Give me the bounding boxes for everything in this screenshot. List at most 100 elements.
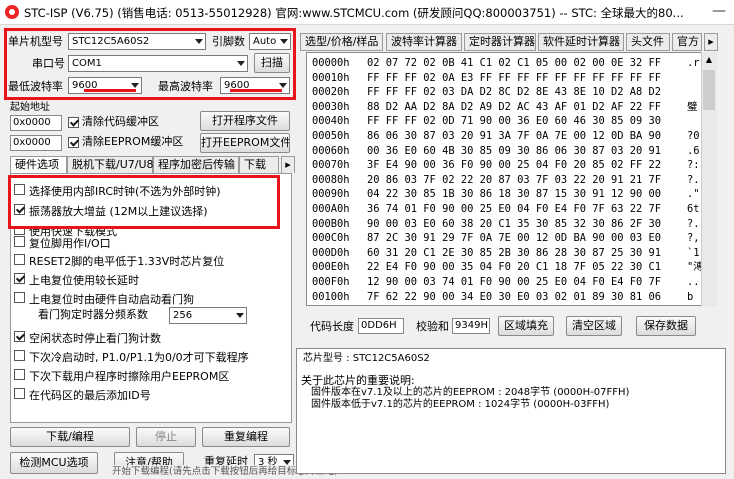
window-title: STC-ISP (V6.75) (销售电话: 0513-55012928) 官网… [24, 6, 684, 20]
hex-address: 00010h [312, 71, 350, 84]
option-p10-p11[interactable]: 下次冷启动时, P1.0/P1.1为0/0才可下载程序 [11, 348, 291, 364]
option-label: 选择使用内部IRC时钟(不选为外部时钟) [29, 185, 221, 198]
hex-row: 00090h 04 22 30 85 1B 30 86 18 30 87 15 3… [307, 187, 707, 202]
clear-eeprom-checkbox[interactable] [68, 137, 79, 148]
option-label: 空闲状态时停止看门狗计数 [29, 332, 161, 345]
option-internal-irc-highlighted[interactable]: 选择使用内部IRC时钟(不选为外部时钟) [11, 182, 273, 198]
clear-code-checkbox[interactable] [68, 117, 79, 128]
repeat-program-button[interactable]: 重复编程 [202, 427, 290, 447]
hex-address: 00050h [312, 130, 350, 142]
tab-scroll-right-icon[interactable]: ▸ [281, 156, 295, 173]
hex-bytes: FF FF FF 02 0A E3 FF FF FF FF FF FF FF F… [367, 71, 662, 84]
option-add-id[interactable]: 在代码区的最后添加ID号 [11, 386, 291, 402]
open-eeprom-file-button[interactable]: 打开EEPROM文件 [200, 133, 290, 153]
hex-ascii: ?: [687, 159, 700, 172]
hex-address: 00030h [312, 100, 350, 113]
option-checkbox[interactable] [14, 184, 25, 195]
hex-ascii: ?, [687, 232, 700, 245]
hex-address: 000E0h [312, 261, 350, 274]
open-program-file-button[interactable]: 打开程序文件 [200, 111, 290, 131]
watchdog-select[interactable]: 256 [169, 307, 247, 324]
tab-hardware-options[interactable]: 硬件选项 [10, 156, 67, 173]
option-label: 在代码区的最后添加ID号 [29, 389, 151, 402]
hex-bytes: 00 36 E0 60 4B 30 85 09 30 86 06 30 87 0… [367, 144, 662, 157]
highlight-box-options: 选择使用内部IRC时钟(不选为外部时钟) 振荡器放大增益 (12M以上建议选择) [8, 175, 280, 229]
hex-address: 000F0h [312, 276, 350, 288]
option-idle-stop-watchdog[interactable]: 空闲状态时停止看门狗计数 [11, 329, 291, 345]
region-fill-button[interactable]: 区域填充 [498, 316, 554, 336]
checksum-label: 校验和 [416, 320, 449, 333]
hex-bytes: FF FF FF 02 0D 71 90 00 36 E0 60 46 30 8… [367, 115, 662, 128]
tools-tab-bar: 选型/价格/样品 波特率计算器 定时器计算器 软件延时计算器 头文件 官方 ▸ [300, 33, 720, 51]
hex-scrollbar-thumb[interactable] [703, 70, 715, 110]
hex-view[interactable]: 00000h 02 07 72 02 0B 41 C1 02 C1 05 00 0… [306, 52, 716, 306]
chip-model-line: 芯片型号 : STC12C5A60S2 [303, 353, 430, 364]
hex-row: 00010h FF FF FF 02 0A E3 FF FF FF FF FF F… [307, 71, 707, 86]
option-hw-watchdog[interactable]: 上电复位时由硬件自动启动看门狗 [11, 290, 291, 306]
stop-button[interactable]: 停止 [136, 427, 196, 447]
hex-bytes: 88 D2 AA D2 8A D2 A9 D2 AC 43 AF 01 D2 A… [367, 100, 662, 113]
annotation-arrow [84, 89, 136, 92]
option-checkbox[interactable] [14, 331, 25, 342]
hex-row: 00100h 7F 62 22 90 00 34 E0 30 E0 03 02 0… [307, 290, 707, 305]
download-program-button[interactable]: 下载/编程 [10, 427, 130, 447]
save-data-button[interactable]: 保存数据 [636, 316, 696, 336]
hex-address: 00020h [312, 86, 350, 99]
tab-encrypted-transfer[interactable]: 程序加密后传输 [153, 156, 239, 173]
detect-mcu-button[interactable]: 检测MCU选项 [10, 452, 98, 474]
hex-row: 000E0h 22 E4 F0 90 00 35 04 F0 20 C1 18 7… [307, 260, 707, 275]
hex-row: 000D0h 60 31 20 C1 2E 30 85 2B 30 86 28 3… [307, 246, 707, 261]
option-checkbox[interactable] [14, 369, 25, 380]
hex-row: 000C0h 87 2C 30 91 29 7F 0A 7E 00 12 0D B… [307, 231, 707, 246]
chevron-down-icon [236, 313, 244, 318]
tab-delay-calculator[interactable]: 软件延时计算器 [538, 33, 624, 51]
tab-timer-calculator[interactable]: 定时器计算器 [464, 33, 536, 51]
tab-offline-download[interactable]: 脱机下载/U7/U8 [67, 156, 154, 173]
tab-download[interactable]: 下载 [239, 156, 279, 173]
hex-address: 00000h [312, 57, 350, 69]
option-long-delay[interactable]: 上电复位使用较长延时 [11, 271, 291, 287]
watchdog-label: 看门狗定时器分频系数 [38, 308, 148, 321]
option-reset2-low[interactable]: RESET2脚的电平低于1.33V时芯片复位 [11, 252, 291, 268]
clear-code-label: 清除代码缓冲区 [82, 115, 159, 128]
option-checkbox[interactable] [14, 388, 25, 399]
tab-official[interactable]: 官方 [672, 33, 702, 51]
clear-region-button[interactable]: 清空区域 [566, 316, 622, 336]
tab-header-file[interactable]: 头文件 [626, 33, 670, 51]
option-label: 上电复位时由硬件自动启动看门狗 [29, 293, 194, 306]
code-address-input[interactable]: 0x0000 [10, 115, 62, 131]
annotation-arrow [230, 89, 282, 92]
hex-address: 000B0h [312, 217, 350, 230]
hex-row: 000F0h 12 90 00 03 74 01 F0 90 00 25 E0 0… [307, 275, 707, 290]
option-checkbox[interactable] [14, 236, 25, 247]
scroll-up-icon[interactable]: ▲ [703, 54, 715, 66]
option-label: 振荡器放大增益 (12M以上建议选择) [29, 205, 208, 218]
tab-selection-price[interactable]: 选型/价格/样品 [300, 33, 383, 51]
hex-bytes: 7F 62 22 90 00 34 E0 30 E0 03 02 01 89 3… [367, 290, 662, 303]
start-address-label: 起始地址 [10, 102, 50, 113]
hex-ascii: b [687, 290, 694, 303]
hex-row: 00050h 86 06 30 87 03 20 91 3A 7F 0A 7E 0… [307, 129, 707, 144]
tab-scroll-right-icon[interactable]: ▸ [704, 33, 718, 51]
eeprom-address-input[interactable]: 0x0000 [10, 135, 62, 151]
option-checkbox[interactable] [14, 254, 25, 265]
hex-bytes: 90 00 03 E0 60 38 20 C1 35 30 85 32 30 8… [367, 217, 662, 230]
option-label: 下次冷启动时, P1.0/P1.1为0/0才可下载程序 [29, 351, 249, 364]
tab-baud-calculator[interactable]: 波特率计算器 [386, 33, 462, 51]
eeprom-note-2: 固件版本低于v7.1的芯片的EEPROM : 1024字节 (0000H-03F… [311, 399, 610, 410]
option-checkbox[interactable] [14, 204, 25, 215]
option-osc-gain-highlighted[interactable]: 振荡器放大增益 (12M以上建议选择) [11, 202, 273, 218]
option-reset-io[interactable]: 复位脚用作I/O口 [11, 234, 291, 250]
code-length-label: 代码长度 [310, 320, 354, 333]
option-erase-eeprom[interactable]: 下次下载用户程序时擦除用户EEPROM区 [11, 367, 291, 383]
hex-address: 000D0h [312, 246, 350, 259]
chip-info-panel: 芯片型号 : STC12C5A60S2 关于此芯片的重要说明: 固件版本在v7.… [296, 348, 726, 474]
hex-bytes: 02 07 72 02 0B 41 C1 02 C1 05 00 02 00 0… [367, 57, 662, 69]
hex-bytes: 22 E4 F0 90 00 35 04 F0 20 C1 18 7F 05 2… [367, 261, 662, 274]
hex-ascii: `1 [687, 246, 700, 259]
option-checkbox[interactable] [14, 292, 25, 303]
app-icon [5, 5, 19, 19]
minimize-button[interactable]: — [704, 0, 734, 24]
option-checkbox[interactable] [14, 273, 25, 284]
option-checkbox[interactable] [14, 350, 25, 361]
